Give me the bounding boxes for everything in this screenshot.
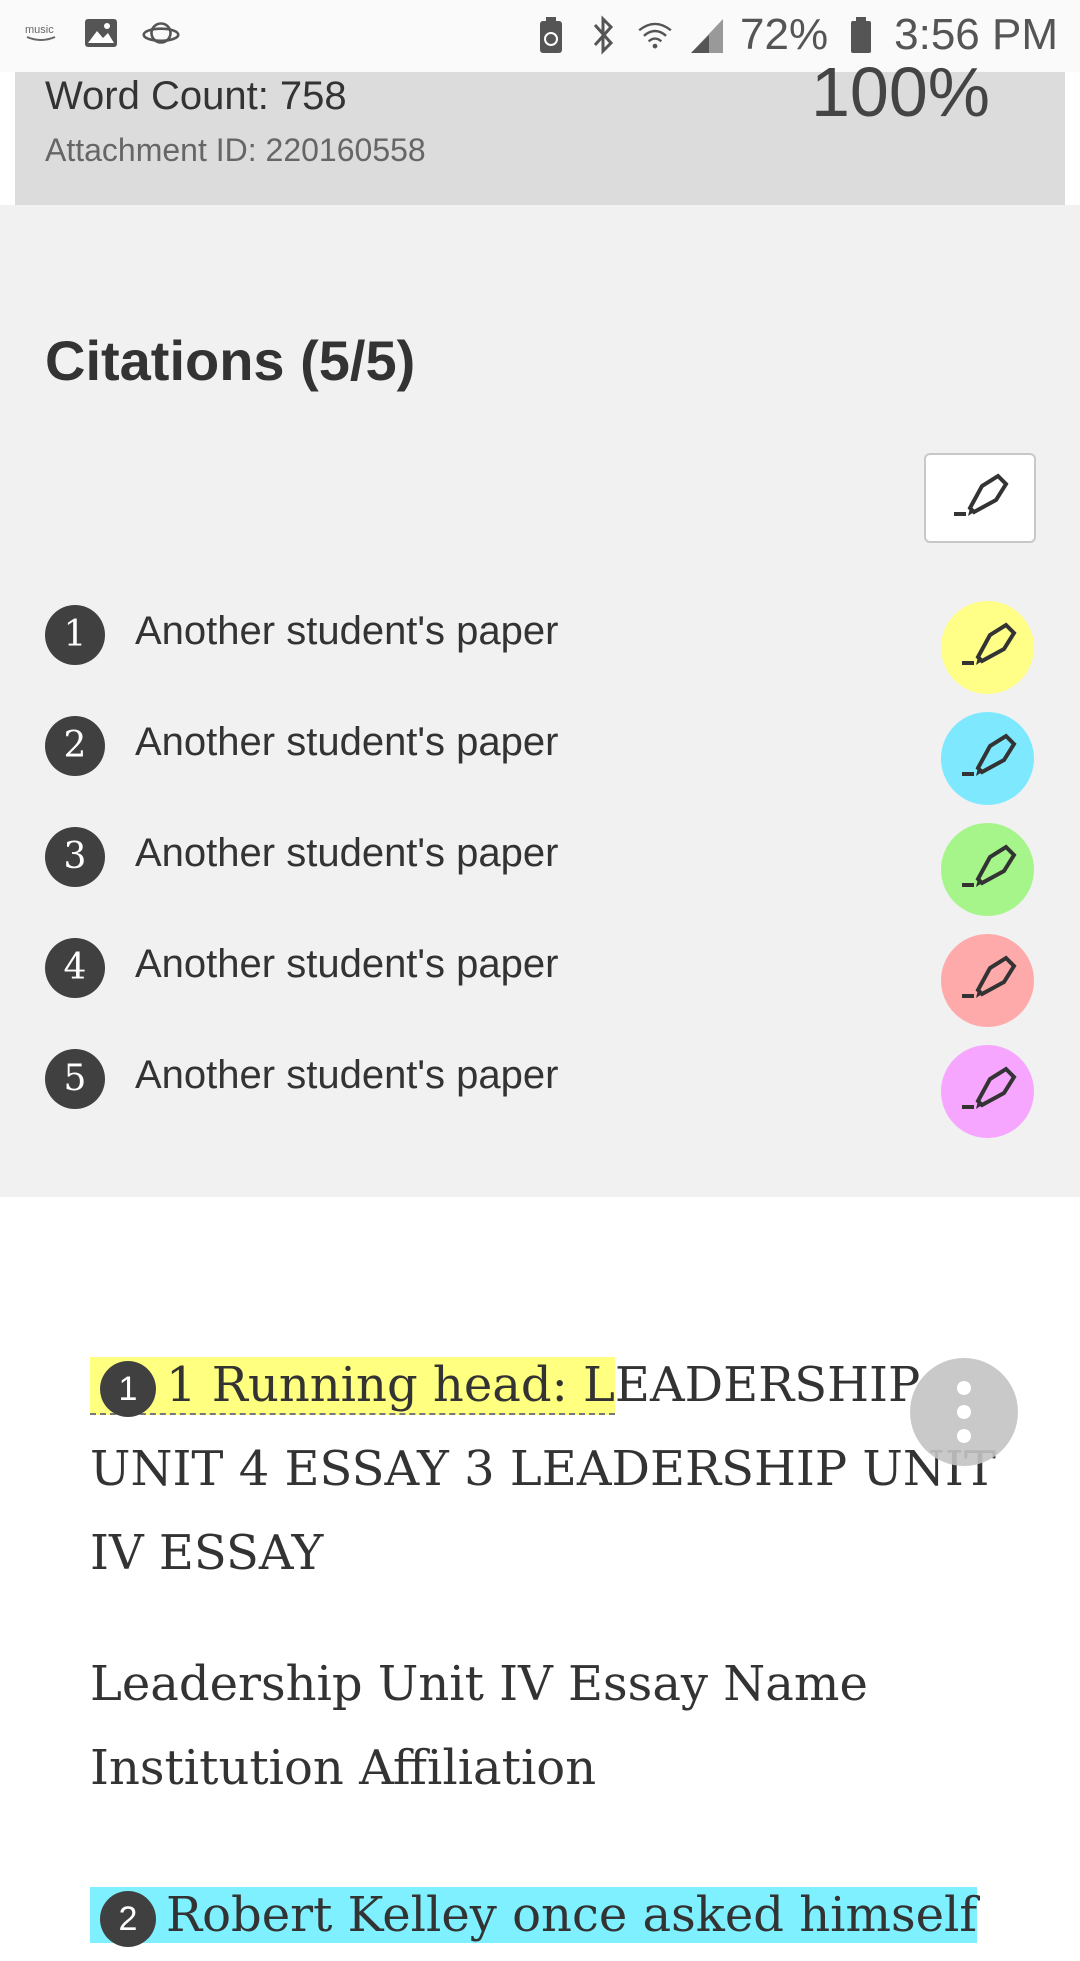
battery-saver-icon <box>532 16 570 54</box>
citation-row-2[interactable]: 2 Another student's paper <box>0 712 1080 816</box>
highlight-toggle-1[interactable] <box>941 601 1034 694</box>
more-vert-icon <box>957 1381 971 1395</box>
document-paragraph-3: 2 Robert Kelley once asked himself <box>90 1873 1010 1957</box>
match-marker: 2 <box>100 1890 156 1947</box>
word-count: Word Count: 758 <box>45 74 347 118</box>
citation-label[interactable]: Another student's paper <box>135 720 558 765</box>
document-paragraph-1: 11 Running head: LEADERSHIP UNIT 4 ESSAY… <box>90 1343 1010 1595</box>
citation-match-1[interactable]: 11 Running head: L <box>90 1357 615 1417</box>
citation-row-1[interactable]: 1 Another student's paper <box>0 601 1080 705</box>
citation-row-3[interactable]: 3 Another student's paper <box>0 823 1080 927</box>
similarity-percent: 100% <box>810 53 990 131</box>
match-marker: 1 <box>100 1360 156 1417</box>
citation-label[interactable]: Another student's paper <box>135 1053 558 1098</box>
more-options-button[interactable] <box>910 1358 1018 1466</box>
highlighter-icon <box>956 950 1020 1011</box>
highlighter-icon <box>948 468 1012 529</box>
citations-title: Citations (5/5) <box>45 329 416 392</box>
wifi-icon <box>636 16 674 54</box>
image-icon <box>82 14 120 52</box>
signal-icon <box>688 16 726 54</box>
citation-number: 4 <box>45 938 105 998</box>
citation-row-5[interactable]: 5 Another student's paper <box>0 1045 1080 1149</box>
document-paragraph-2: Leadership Unit IV Essay Name Institutio… <box>90 1656 868 1796</box>
planet-browser-icon <box>142 14 180 52</box>
highlighter-icon <box>956 617 1020 678</box>
submission-summary: Word Count: 758 Attachment ID: 220160558… <box>15 53 1065 205</box>
highlight-toggle-3[interactable] <box>941 823 1034 916</box>
highlight-all-button[interactable] <box>924 453 1036 543</box>
highlighter-icon <box>956 839 1020 900</box>
amazon-music-icon: music <box>22 14 60 52</box>
citation-label[interactable]: Another student's paper <box>135 942 558 987</box>
attachment-id: Attachment ID: 220160558 <box>45 132 426 168</box>
document-viewer: 11 Running head: LEADERSHIP UNIT 4 ESSAY… <box>0 1197 1080 1947</box>
citation-match-2[interactable]: 2 Robert Kelley once asked himself <box>90 1887 978 1947</box>
match-text: 1 Running head: L <box>166 1357 615 1413</box>
highlight-toggle-5[interactable] <box>941 1045 1034 1138</box>
citation-number: 1 <box>45 605 105 665</box>
citation-number: 5 <box>45 1049 105 1109</box>
highlighter-icon <box>956 728 1020 789</box>
highlight-toggle-4[interactable] <box>941 934 1034 1027</box>
citation-row-4[interactable]: 4 Another student's paper <box>0 934 1080 1038</box>
bluetooth-icon <box>584 15 622 55</box>
citation-number: 2 <box>45 716 105 776</box>
citation-number: 3 <box>45 827 105 887</box>
citation-label[interactable]: Another student's paper <box>135 831 558 876</box>
citations-panel: Citations (5/5) 1 Another student's pape… <box>0 205 1080 1197</box>
music-label: music <box>25 24 54 36</box>
citation-label[interactable]: Another student's paper <box>135 609 558 654</box>
highlighter-icon <box>956 1061 1020 1122</box>
battery-icon <box>842 16 880 54</box>
match-text: Robert Kelley once asked himself <box>166 1887 978 1943</box>
highlight-toggle-2[interactable] <box>941 712 1034 805</box>
